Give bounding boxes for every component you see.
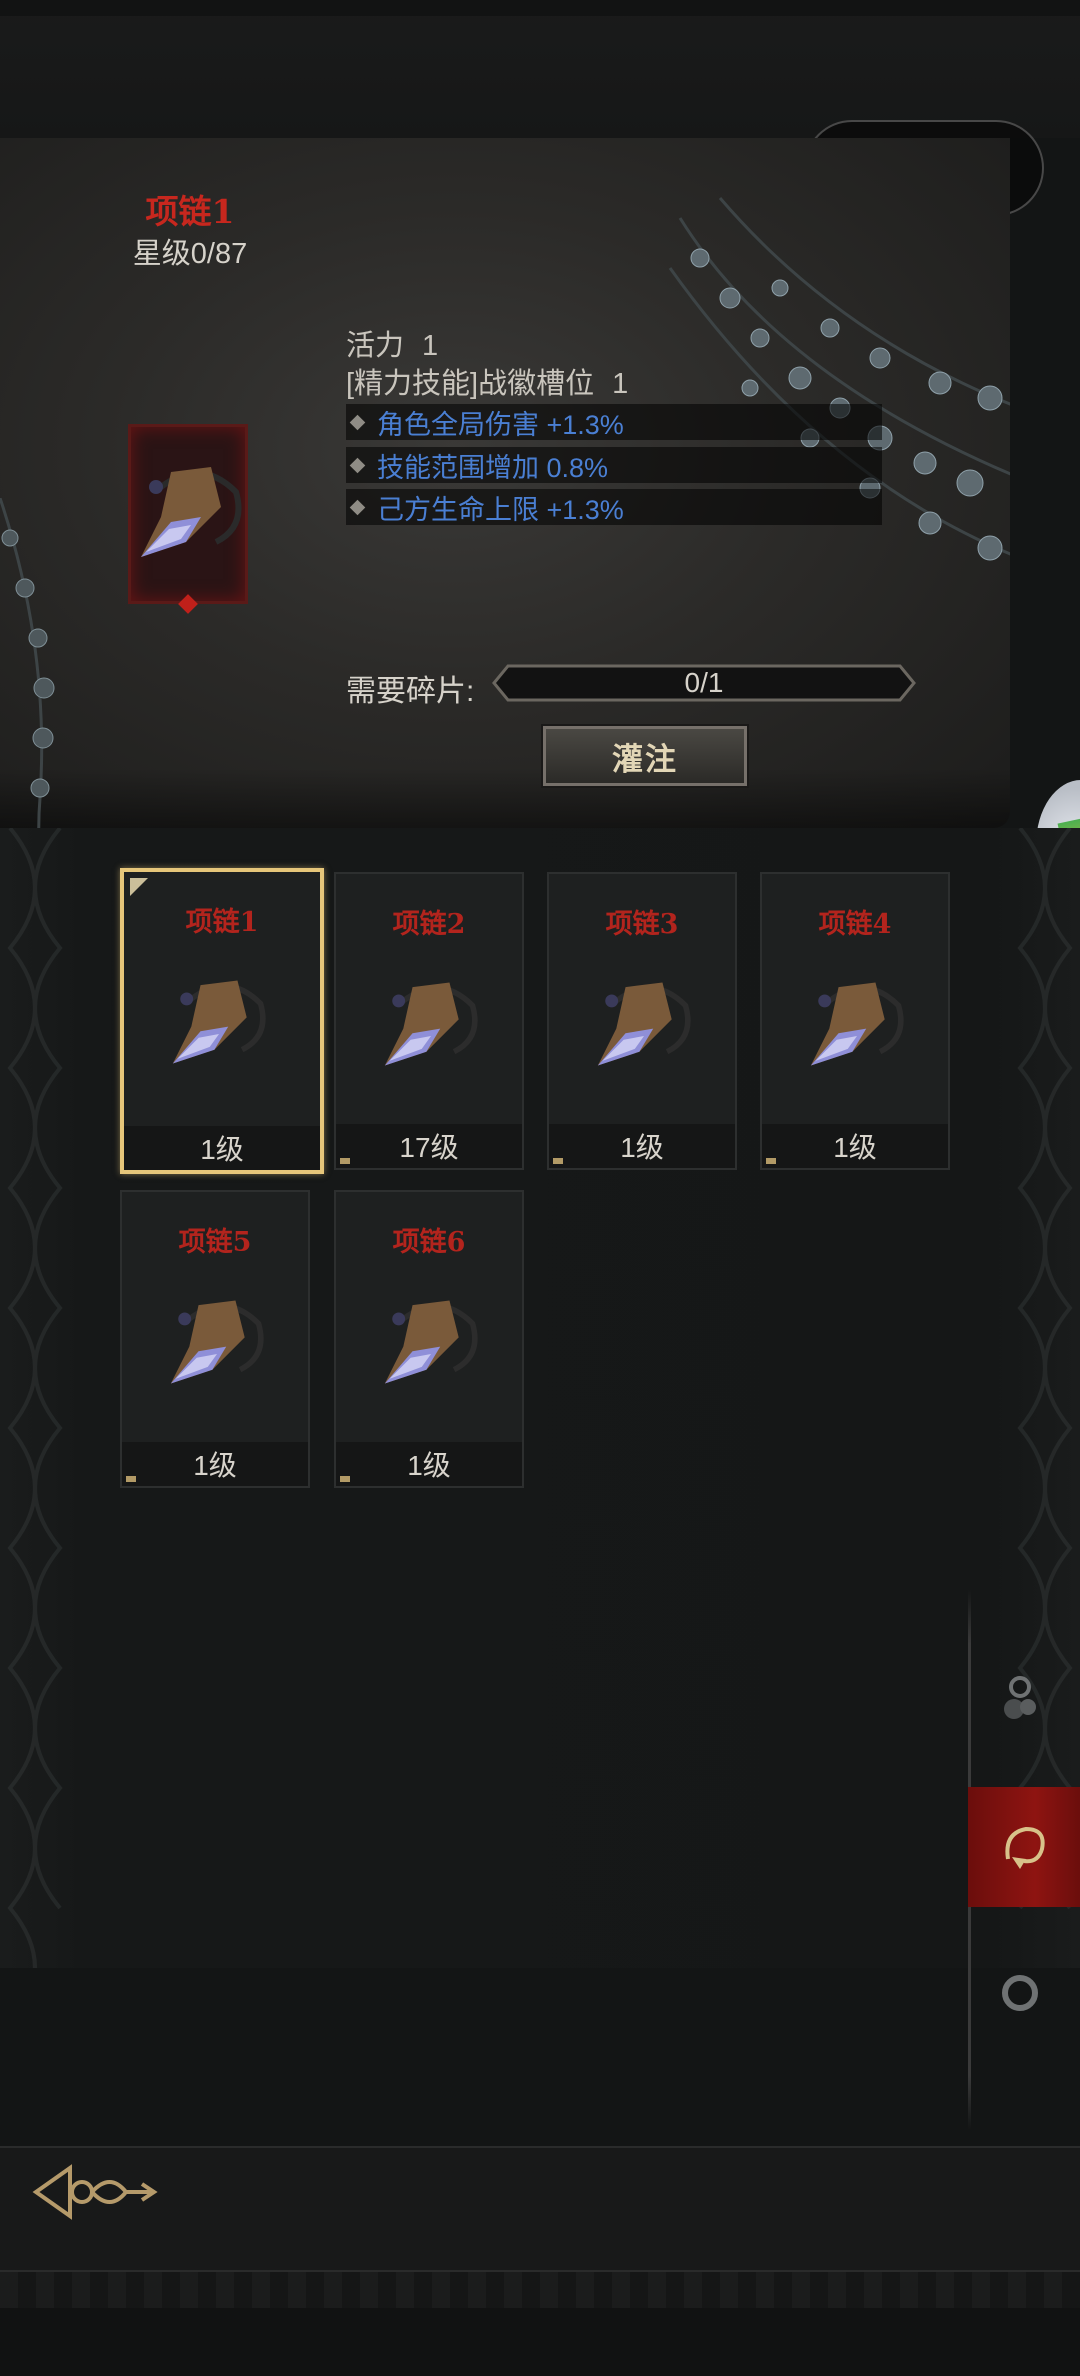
fang-necklace-icon <box>810 982 904 1066</box>
bottom-bar <box>0 2146 1080 2272</box>
bullet-diamond-icon <box>349 457 366 473</box>
card-name: 项链1 <box>185 907 259 938</box>
card-level: 1级 <box>124 1126 320 1170</box>
fragments-label: 需要碎片: <box>346 675 475 708</box>
footer-band <box>0 2270 1080 2376</box>
ring-icon <box>1002 1975 1038 2011</box>
progress-pip-icon <box>340 1476 350 1482</box>
bullet-diamond-icon <box>349 499 366 515</box>
affix-row: 角色全局伤害 +1.3% <box>346 404 882 440</box>
affix-text: 角色全局伤害 +1.3% <box>377 409 624 440</box>
card-art <box>159 962 279 1087</box>
necklace-card-2[interactable]: 项链2 17级 <box>334 872 524 1170</box>
stat-value: 1 <box>422 330 439 362</box>
fang-necklace-icon <box>141 467 242 557</box>
necklace-card-5[interactable]: 项链5 1级 <box>120 1190 310 1488</box>
fang-necklace-icon <box>597 982 691 1066</box>
affix-text: 己方生命上限 +1.3% <box>377 494 624 525</box>
progress-pip-icon <box>340 1158 350 1164</box>
fang-necklace-icon <box>384 1300 478 1384</box>
filter-necklace[interactable] <box>968 1787 1080 1907</box>
necklace-card-4[interactable]: 项链4 1级 <box>760 872 950 1170</box>
filter-earring[interactable] <box>975 1654 1065 1744</box>
fang-necklace-icon <box>172 980 266 1064</box>
left-chain-decoration-icon <box>0 498 55 828</box>
fang-necklace-icon <box>170 1300 264 1384</box>
fragments-progress-bar: 0/1 <box>492 664 916 702</box>
item-title: 项链1 <box>145 192 235 231</box>
earring-icon <box>1004 1676 1036 1719</box>
card-art <box>797 964 917 1089</box>
card-art <box>371 1282 491 1407</box>
bead-chain-decoration-icon <box>668 197 1010 561</box>
necklace-card-3[interactable]: 项链3 1级 <box>547 872 737 1170</box>
progress-pip-icon <box>766 1158 776 1164</box>
card-level: 1级 <box>549 1124 735 1168</box>
card-name: 项链5 <box>178 1227 252 1258</box>
affix-text: 技能范围增加 0.8% <box>377 452 609 483</box>
necklace-card-1[interactable]: 项链1 1级 <box>120 868 324 1174</box>
stat-vitality: 活力 1 <box>346 322 438 364</box>
infuse-button[interactable]: 灌注 <box>541 724 749 788</box>
celtic-knot-border-icon <box>7 828 63 1968</box>
fang-necklace-icon <box>384 982 478 1066</box>
bullet-diamond-icon <box>349 414 366 430</box>
card-level: 1级 <box>762 1124 948 1168</box>
card-name: 项链6 <box>392 1227 466 1258</box>
new-corner-icon <box>130 878 148 896</box>
card-name: 项链4 <box>818 909 892 940</box>
stat-label: 活力 <box>346 330 405 362</box>
selected-item-portrait <box>128 424 248 614</box>
stat-value: 1 <box>612 368 629 400</box>
card-art <box>584 964 704 1089</box>
card-level: 17级 <box>336 1124 522 1168</box>
filter-ring[interactable] <box>975 1946 1065 2036</box>
ornate-back-arrow-icon <box>32 2164 158 2220</box>
stat-label: [精力技能]战徽槽位 <box>346 368 595 400</box>
necklace-card-6[interactable]: 项链6 1级 <box>334 1190 524 1488</box>
back-button[interactable] <box>30 2156 160 2228</box>
star-level-text: 星级0/87 <box>132 238 248 270</box>
necklace-icon <box>1005 1826 1045 1869</box>
card-name: 项链3 <box>605 909 679 940</box>
fragments-value: 0/1 <box>684 667 724 698</box>
stat-emblem-slot: [精力技能]战徽槽位 1 <box>346 360 628 402</box>
card-level: 1级 <box>336 1442 522 1486</box>
card-level: 1级 <box>122 1442 308 1486</box>
affix-row: 己方生命上限 +1.3% <box>346 489 882 525</box>
card-art <box>157 1282 277 1407</box>
top-status-band <box>0 0 1080 138</box>
progress-pip-icon <box>126 1476 136 1482</box>
progress-pip-icon <box>553 1158 563 1164</box>
card-art <box>371 964 491 1089</box>
card-name: 项链2 <box>392 909 466 940</box>
affix-row: 技能范围增加 0.8% <box>346 447 882 483</box>
